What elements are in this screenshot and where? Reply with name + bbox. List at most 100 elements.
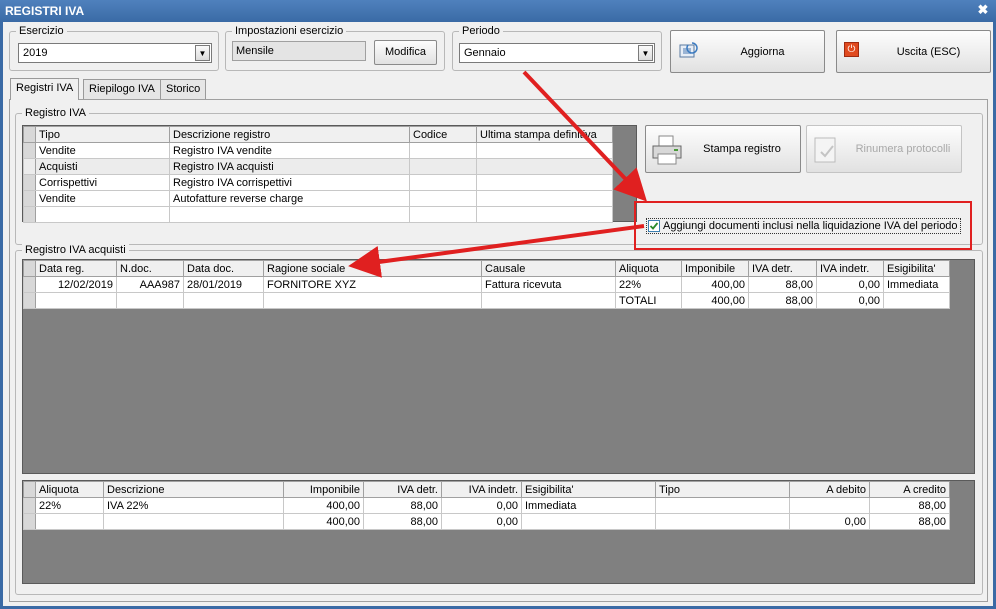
impostazioni-value-field: Mensile xyxy=(232,41,366,61)
uscita-button[interactable]: ⏻ Uscita (ESC) xyxy=(836,30,991,73)
cell-iva-detr: 88,00 xyxy=(363,513,442,530)
cell-descrizione: Registro IVA vendite xyxy=(169,142,410,159)
esercizio-select[interactable]: 2019 ▼ xyxy=(18,43,212,63)
cell-codice xyxy=(409,174,477,191)
cell-n-doc xyxy=(116,292,184,309)
table-row-empty[interactable] xyxy=(23,206,613,223)
cell-ultima-stampa xyxy=(476,174,613,191)
column-header[interactable]: Ragione sociale xyxy=(263,260,482,277)
tab-registri-iva[interactable]: Registri IVA xyxy=(10,78,80,100)
chevron-down-icon[interactable]: ▼ xyxy=(638,45,653,61)
column-header[interactable]: IVA indetr. xyxy=(816,260,884,277)
periodo-select[interactable]: Gennaio ▼ xyxy=(459,43,655,63)
column-header[interactable]: A debito xyxy=(789,481,870,498)
cell-iva-indetr: 0,00 xyxy=(441,497,522,514)
column-header[interactable]: Descrizione registro xyxy=(169,126,410,143)
uscita-label: Uscita (ESC) xyxy=(896,46,961,58)
stampa-registro-button[interactable]: Stampa registro xyxy=(645,125,801,173)
riepilogo-table: Aliquota Descrizione Imponibile IVA detr… xyxy=(23,481,950,530)
cell-imponibile: 400,00 xyxy=(681,292,749,309)
cell-descrizione xyxy=(103,513,284,530)
riepilogo-header-row: Aliquota Descrizione Imponibile IVA detr… xyxy=(23,481,950,498)
cell-iva-detr: 88,00 xyxy=(748,276,817,293)
cell-ultima-stampa xyxy=(476,190,613,207)
column-header[interactable]: Ultima stampa definitiva xyxy=(476,126,613,143)
check-icon[interactable] xyxy=(648,220,660,233)
esercizio-group: Esercizio 2019 ▼ xyxy=(9,25,219,71)
cell-aliquota: 22% xyxy=(35,497,104,514)
column-header[interactable]: Aliquota xyxy=(615,260,682,277)
window-titlebar: REGISTRI IVA ✖ xyxy=(0,0,996,22)
cell-tipo: Acquisti xyxy=(35,158,170,175)
table-row-totali[interactable]: 400,00 88,00 0,00 0,00 88,00 xyxy=(23,513,950,530)
acquisti-header-row: Data reg. N.doc. Data doc. Ragione socia… xyxy=(23,260,950,277)
cell-descrizione: Autofatture reverse charge xyxy=(169,190,410,207)
column-header[interactable]: IVA detr. xyxy=(748,260,817,277)
aggiungi-documenti-checkbox[interactable]: Aggiungi documenti inclusi nella liquida… xyxy=(646,218,961,234)
esercizio-legend: Esercizio xyxy=(16,25,67,37)
column-header[interactable]: N.doc. xyxy=(116,260,184,277)
cell-codice xyxy=(409,190,477,207)
column-header[interactable]: Aliquota xyxy=(35,481,104,498)
aggiorna-button[interactable]: Aggiorna xyxy=(670,30,825,73)
impostazioni-value: Mensile xyxy=(236,45,274,57)
registro-iva-legend: Registro IVA xyxy=(22,107,89,119)
column-header[interactable]: IVA indetr. xyxy=(441,481,522,498)
table-row[interactable]: 12/02/2019 AAA987 28/01/2019 FORNITORE X… xyxy=(23,276,950,293)
cell-ragione-sociale: FORNITORE XYZ xyxy=(263,276,482,293)
column-header[interactable]: Esigibilita' xyxy=(883,260,950,277)
stampa-registro-label: Stampa registro xyxy=(703,143,781,155)
tab-riepilogo-iva[interactable]: Riepilogo IVA xyxy=(83,79,161,99)
riepilogo-table-container: Aliquota Descrizione Imponibile IVA detr… xyxy=(22,480,975,584)
printer-icon xyxy=(652,135,682,165)
cell-iva-detr: 88,00 xyxy=(363,497,442,514)
cell-codice xyxy=(409,142,477,159)
cell-aliquota: 22% xyxy=(615,276,682,293)
column-header[interactable]: Causale xyxy=(481,260,616,277)
column-header[interactable]: Data reg. xyxy=(35,260,117,277)
cell-tipo: Vendite xyxy=(35,142,170,159)
table-row-totali[interactable]: TOTALI 400,00 88,00 0,00 xyxy=(23,292,950,309)
column-header[interactable]: Descrizione xyxy=(103,481,284,498)
cell-esigibilita: Immediata xyxy=(521,497,656,514)
column-header[interactable]: Imponibile xyxy=(283,481,364,498)
cell-ultima-stampa xyxy=(476,142,613,159)
modifica-button[interactable]: Modifica xyxy=(374,40,437,65)
cell-data-doc: 28/01/2019 xyxy=(183,276,264,293)
cell-tipo: Corrispettivi xyxy=(35,174,170,191)
cell-esigibilita: Immediata xyxy=(883,276,950,293)
column-header[interactable]: Tipo xyxy=(655,481,790,498)
cell-ragione-sociale xyxy=(263,292,482,309)
acquisti-table: Data reg. N.doc. Data doc. Ragione socia… xyxy=(23,260,950,309)
cell-imponibile: 400,00 xyxy=(283,513,364,530)
column-header[interactable]: IVA detr. xyxy=(363,481,442,498)
chevron-down-icon[interactable]: ▼ xyxy=(195,45,210,61)
cell-tipo: Vendite xyxy=(35,190,170,207)
table-row[interactable]: Acquisti Registro IVA acquisti xyxy=(23,158,613,175)
cell-a-credito: 88,00 xyxy=(869,513,950,530)
cell-data-reg xyxy=(35,292,117,309)
window-title: REGISTRI IVA xyxy=(5,4,85,18)
table-row[interactable]: Vendite Autofatture reverse charge xyxy=(23,190,613,207)
column-header[interactable]: Imponibile xyxy=(681,260,749,277)
table-row[interactable]: Corrispettivi Registro IVA corrispettivi xyxy=(23,174,613,191)
table-row[interactable]: Vendite Registro IVA vendite xyxy=(23,142,613,159)
acquisti-table-container: Data reg. N.doc. Data doc. Ragione socia… xyxy=(22,259,975,474)
esercizio-value: 2019 xyxy=(23,47,48,59)
column-header[interactable]: Esigibilita' xyxy=(521,481,656,498)
registri-header-row: Tipo Descrizione registro Codice Ultima … xyxy=(23,126,613,143)
column-header[interactable]: Data doc. xyxy=(183,260,264,277)
table-row[interactable]: 22% IVA 22% 400,00 88,00 0,00 Immediata … xyxy=(23,497,950,514)
cell-ultima-stampa xyxy=(476,158,613,175)
cell-tipo xyxy=(655,497,790,514)
tab-storico[interactable]: Storico xyxy=(160,79,207,99)
cell-descrizione: Registro IVA corrispettivi xyxy=(169,174,410,191)
cell-a-debito: 0,00 xyxy=(789,513,870,530)
cell-imponibile: 400,00 xyxy=(681,276,749,293)
close-icon[interactable]: ✖ xyxy=(976,3,990,17)
column-header[interactable]: Tipo xyxy=(35,126,170,143)
impostazioni-group: Impostazioni esercizio Mensile Modifica xyxy=(225,25,445,71)
column-header[interactable]: A credito xyxy=(869,481,950,498)
column-header[interactable]: Codice xyxy=(409,126,477,143)
rinumera-protocolli-button[interactable]: Rinumera protocolli xyxy=(806,125,962,173)
